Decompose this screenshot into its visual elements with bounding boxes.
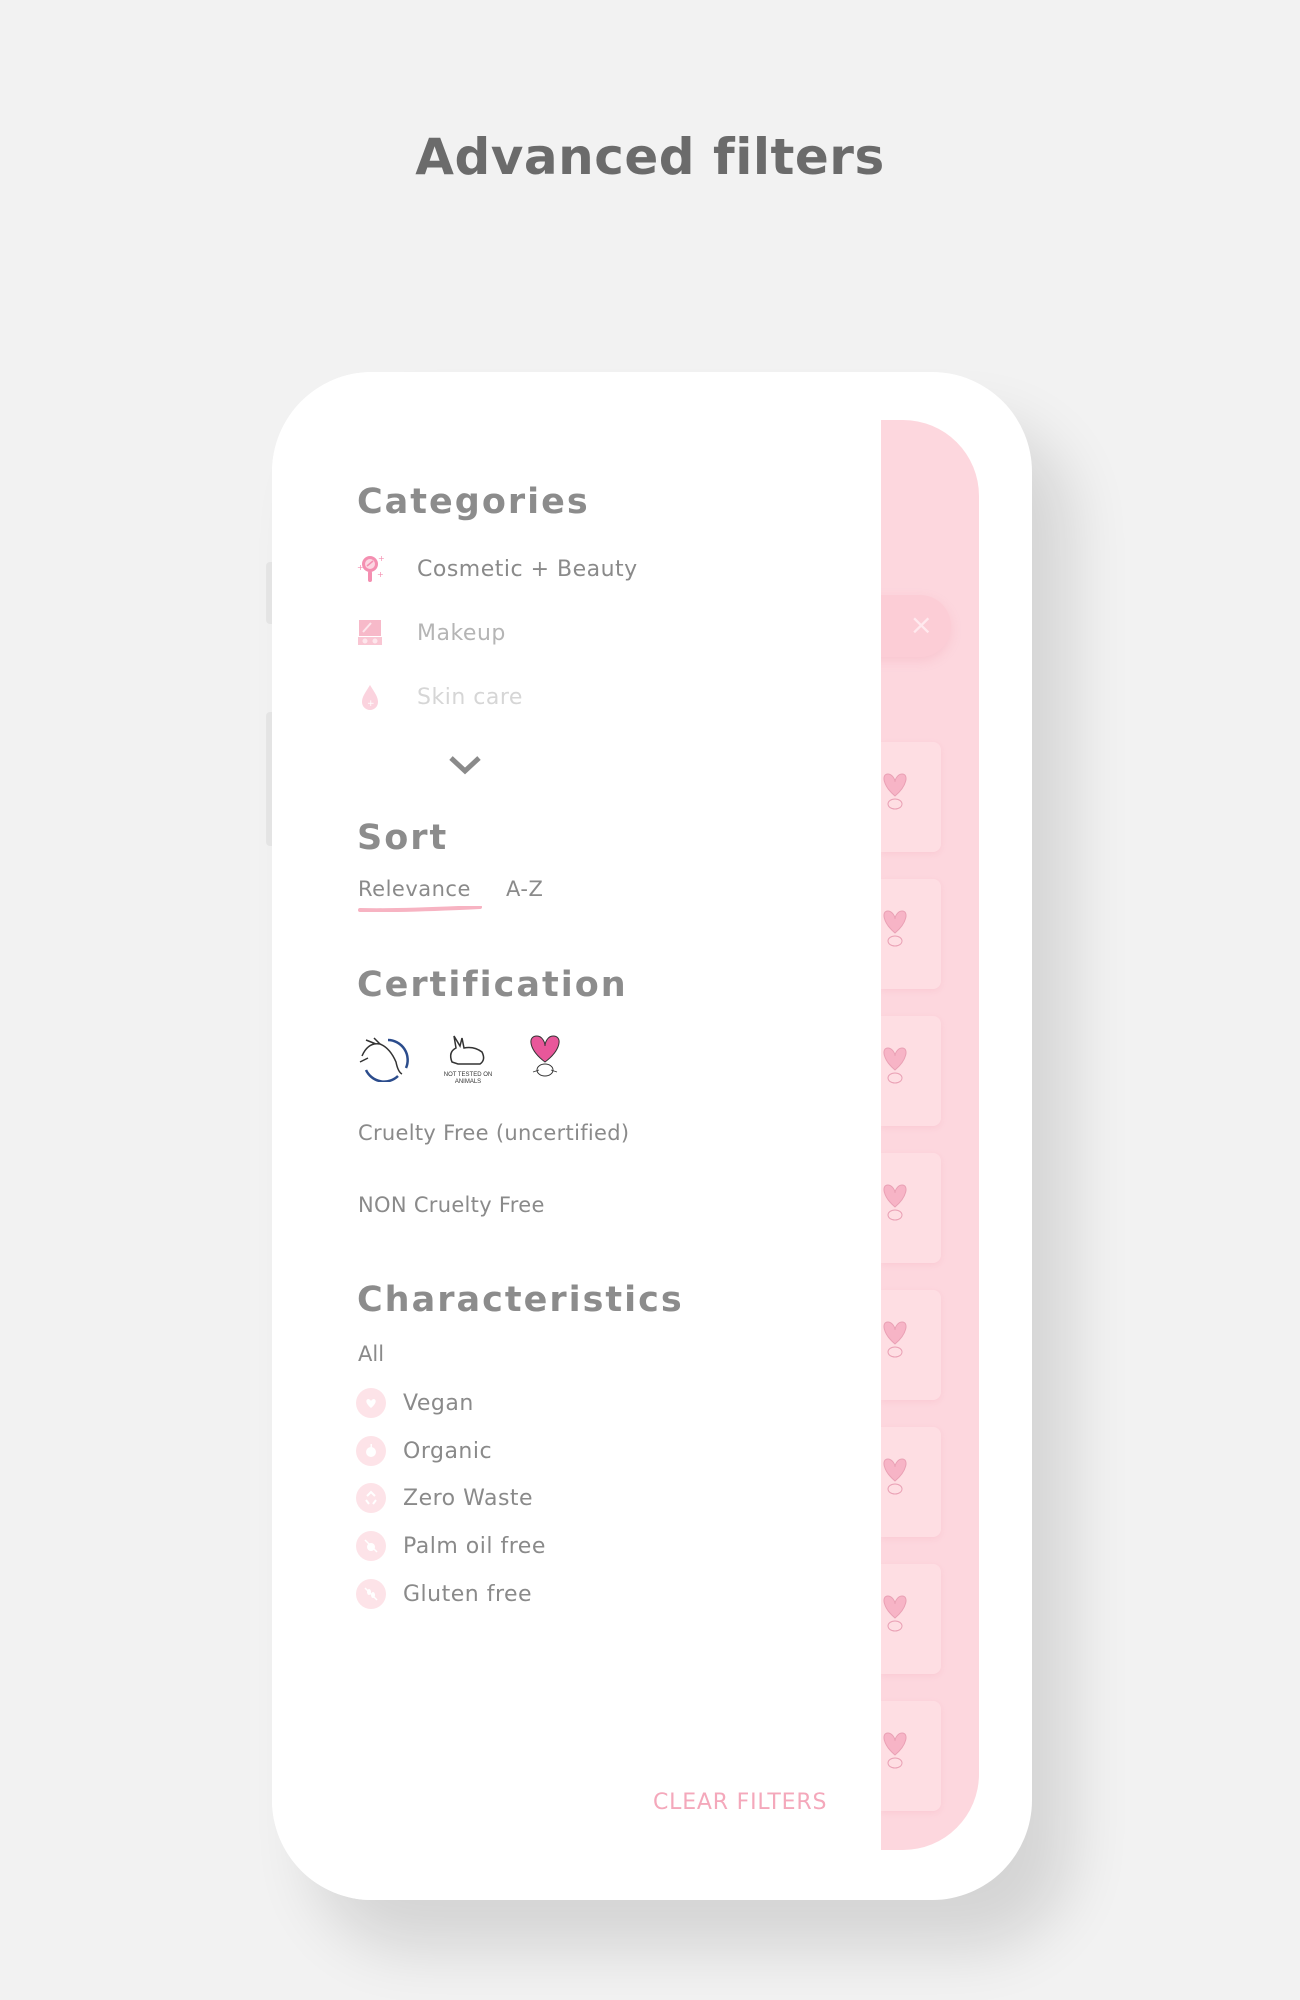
filter-drawer: Categories + + + Cosmetic + Beauty Makeup	[272, 372, 881, 1900]
characteristic-label: Zero Waste	[403, 1485, 534, 1511]
product-card[interactable]	[881, 1564, 941, 1674]
characteristic-label: Vegan	[403, 1390, 474, 1416]
product-card[interactable]	[881, 1016, 941, 1126]
category-label: Makeup	[417, 620, 506, 646]
product-card[interactable]	[881, 1701, 941, 1811]
categories-heading: Categories	[357, 482, 590, 522]
sort-heading: Sort	[357, 818, 449, 858]
close-icon: ×	[909, 608, 933, 641]
svg-text:+: +	[357, 563, 364, 572]
apple-icon	[356, 1436, 386, 1466]
characteristic-item-gluten-free[interactable]: Gluten free	[356, 1577, 532, 1611]
heart-bunny-icon	[883, 773, 907, 810]
clear-filters-button[interactable]: CLEAR FILTERS	[653, 1790, 827, 1815]
characteristic-item-zero-waste[interactable]: Zero Waste	[356, 1481, 533, 1515]
characteristic-all[interactable]: All	[358, 1342, 384, 1366]
svg-text:+: +	[378, 554, 385, 563]
svg-text:+: +	[377, 570, 384, 579]
product-card[interactable]	[881, 742, 941, 852]
background-screen: ×	[881, 420, 979, 1850]
characteristic-item-organic[interactable]: Organic	[356, 1434, 492, 1468]
characteristics-heading: Characteristics	[357, 1280, 684, 1320]
category-item-makeup[interactable]: Makeup	[354, 613, 506, 653]
heart-bunny-icon[interactable]	[515, 1032, 575, 1082]
phone-frame: × Categories + + + Cosmetic + Beauty Mak…	[272, 372, 1032, 1900]
gluten-free-icon	[356, 1579, 386, 1609]
characteristic-label: Gluten free	[403, 1581, 533, 1607]
characteristic-label: Palm oil free	[403, 1533, 546, 1559]
chevron-down-icon[interactable]	[447, 752, 483, 778]
heart-bunny-icon	[883, 910, 907, 947]
page-title: Advanced filters	[415, 128, 885, 186]
category-label: Skin care	[417, 684, 523, 710]
mirror-icon: + + +	[354, 553, 386, 585]
product-card[interactable]	[881, 1290, 941, 1400]
heart-bunny-icon	[883, 1732, 907, 1769]
palm-oil-free-icon	[356, 1531, 386, 1561]
cert-option-non-cruelty-free[interactable]: NON Cruelty Free	[358, 1193, 545, 1217]
svg-text:+: +	[367, 699, 375, 709]
heart-bunny-icon	[883, 1184, 907, 1221]
sort-option-relevance[interactable]: Relevance	[358, 877, 471, 901]
characteristic-label: Organic	[403, 1438, 493, 1464]
characteristic-item-palm-oil-free[interactable]: Palm oil free	[356, 1529, 546, 1563]
close-filters-button[interactable]: ×	[881, 595, 951, 657]
sort-option-a-z[interactable]: A-Z	[506, 877, 543, 901]
category-item-skin-care[interactable]: + Skin care	[354, 677, 523, 717]
leaping-bunny-icon[interactable]	[354, 1032, 414, 1082]
heart-bunny-icon	[883, 1458, 907, 1495]
product-card[interactable]	[881, 1153, 941, 1263]
vegan-heart-icon	[356, 1388, 386, 1418]
heart-bunny-icon	[883, 1321, 907, 1358]
not-tested-text: NOT TESTED ON ANIMALS	[443, 1072, 493, 1085]
characteristic-item-vegan[interactable]: Vegan	[356, 1386, 474, 1420]
product-card[interactable]	[881, 879, 941, 989]
not-tested-on-animals-icon[interactable]: NOT TESTED ON ANIMALS	[438, 1032, 498, 1085]
heart-bunny-icon	[883, 1595, 907, 1632]
category-label: Cosmetic + Beauty	[417, 556, 638, 582]
cert-option-cruelty-free-uncertified[interactable]: Cruelty Free (uncertified)	[358, 1121, 629, 1145]
category-item-cosmetic-beauty[interactable]: + + + Cosmetic + Beauty	[354, 549, 638, 589]
makeup-palette-icon	[354, 617, 386, 649]
recycle-icon	[356, 1483, 386, 1513]
heart-bunny-icon	[883, 1047, 907, 1084]
drop-icon: +	[354, 681, 386, 713]
product-card[interactable]	[881, 1427, 941, 1537]
certification-heading: Certification	[357, 965, 628, 1005]
selected-underline	[358, 906, 482, 912]
